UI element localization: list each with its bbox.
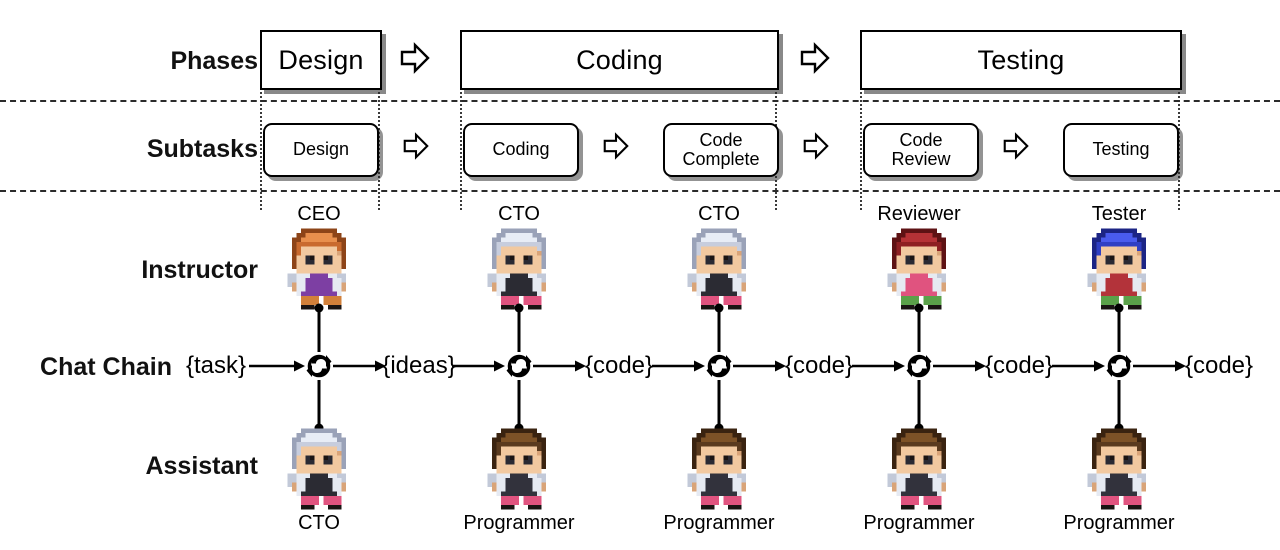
row-label-chat-chain: Chat Chain	[40, 353, 172, 381]
chat-cycle-icon-3[interactable]	[902, 347, 936, 385]
chain-arrow-0	[249, 356, 305, 376]
chain-arrow-9	[1133, 356, 1186, 376]
chain-token-2: {code}	[584, 352, 654, 379]
chat-cycle-icon-1[interactable]	[502, 347, 536, 385]
chain-token-0: {task}	[185, 352, 247, 379]
connector-assistant-0	[317, 380, 321, 428]
subtask-box-label: Code Complete	[682, 129, 760, 169]
assistant-role-label-1: Programmer	[463, 512, 575, 534]
connector-dot-top-3	[914, 303, 924, 313]
chain-token-5: {code}	[1184, 352, 1254, 379]
diagram-canvas: Phases Subtasks Instructor Chat Chain As…	[0, 0, 1280, 550]
chain-arrow-5	[733, 356, 786, 376]
assistant-role-label-3: Programmer	[863, 512, 975, 534]
subtask-arrow-2	[603, 131, 629, 161]
instructor-avatar-reviewer-3	[883, 228, 955, 310]
column-separator-5	[860, 92, 862, 210]
chat-cycle-icon-4[interactable]	[1102, 347, 1136, 385]
chain-token-3: {code}	[784, 352, 854, 379]
phase-arrow-2	[800, 41, 830, 75]
assistant-role-label-0: CTO	[298, 512, 340, 534]
connector-instructor-1	[517, 308, 521, 352]
connector-instructor-4	[1117, 308, 1121, 352]
subtask-arrow-3	[803, 131, 829, 161]
subtask-box-0[interactable]: Design	[263, 123, 379, 177]
assistant-role-label-4: Programmer	[1063, 512, 1175, 534]
assistant-avatar-programmer-2	[683, 428, 755, 510]
instructor-role-label-1: CTO	[498, 203, 540, 225]
chat-cycle-icon-0[interactable]	[302, 347, 336, 385]
chain-arrow-7	[933, 356, 986, 376]
row-label-instructor: Instructor	[141, 256, 258, 284]
assistant-avatar-cto-0	[283, 428, 355, 510]
subtask-box-3[interactable]: Code Review	[863, 123, 979, 177]
subtask-box-1[interactable]: Coding	[463, 123, 579, 177]
phase-box-coding[interactable]: Coding	[460, 30, 779, 90]
instructor-avatar-ceo-0	[283, 228, 355, 310]
connector-instructor-2	[717, 308, 721, 352]
chain-token-4: {code}	[984, 352, 1054, 379]
instructor-avatar-cto-2	[683, 228, 755, 310]
assistant-avatar-programmer-3	[883, 428, 955, 510]
phase-box-label: Testing	[977, 44, 1065, 75]
instructor-role-label-2: CTO	[698, 203, 740, 225]
instructor-role-label-4: Tester	[1091, 203, 1147, 225]
subtask-arrow-4	[1003, 131, 1029, 161]
assistant-avatar-programmer-1	[483, 428, 555, 510]
connector-assistant-3	[917, 380, 921, 428]
row-label-subtasks: Subtasks	[146, 135, 258, 163]
chain-arrow-4	[652, 356, 705, 376]
chain-arrow-1	[333, 356, 386, 376]
subtask-box-label: Coding	[492, 139, 550, 160]
assistant-role-label-2: Programmer	[663, 512, 775, 534]
connector-instructor-0	[317, 308, 321, 352]
instructor-role-label-3: Reviewer	[877, 203, 961, 225]
phase-box-label: Design	[278, 44, 364, 75]
phase-box-testing[interactable]: Testing	[860, 30, 1182, 90]
connector-dot-top-1	[514, 303, 524, 313]
subtask-box-2[interactable]: Code Complete	[663, 123, 779, 177]
row-separator-1	[0, 100, 1280, 102]
row-separator-2	[0, 190, 1280, 192]
phase-arrow-1	[400, 41, 430, 75]
row-label-assistant: Assistant	[145, 452, 258, 480]
assistant-avatar-programmer-4	[1083, 428, 1155, 510]
chain-arrow-3	[533, 356, 586, 376]
subtask-box-label: Design	[292, 139, 350, 160]
connector-assistant-2	[717, 380, 721, 428]
chain-arrow-6	[852, 356, 905, 376]
instructor-avatar-cto-1	[483, 228, 555, 310]
chain-token-1: {ideas}	[382, 352, 456, 379]
instructor-role-label-0: CEO	[297, 203, 341, 225]
row-label-phases: Phases	[170, 47, 258, 75]
chain-arrow-2	[452, 356, 505, 376]
connector-instructor-3	[917, 308, 921, 352]
chat-cycle-icon-2[interactable]	[702, 347, 736, 385]
instructor-avatar-tester-4	[1083, 228, 1155, 310]
subtask-box-label: Testing	[1092, 139, 1150, 160]
subtask-box-label: Code Review	[891, 129, 951, 169]
subtask-box-4[interactable]: Testing	[1063, 123, 1179, 177]
column-separator-1	[260, 92, 262, 210]
connector-assistant-4	[1117, 380, 1121, 428]
connector-assistant-1	[517, 380, 521, 428]
chain-arrow-8	[1052, 356, 1105, 376]
phase-box-design[interactable]: Design	[260, 30, 382, 90]
phase-box-label: Coding	[576, 44, 663, 75]
subtask-arrow-1	[403, 131, 429, 161]
column-separator-3	[460, 92, 462, 210]
connector-dot-top-2	[714, 303, 724, 313]
connector-dot-top-0	[314, 303, 324, 313]
connector-dot-top-4	[1114, 303, 1124, 313]
